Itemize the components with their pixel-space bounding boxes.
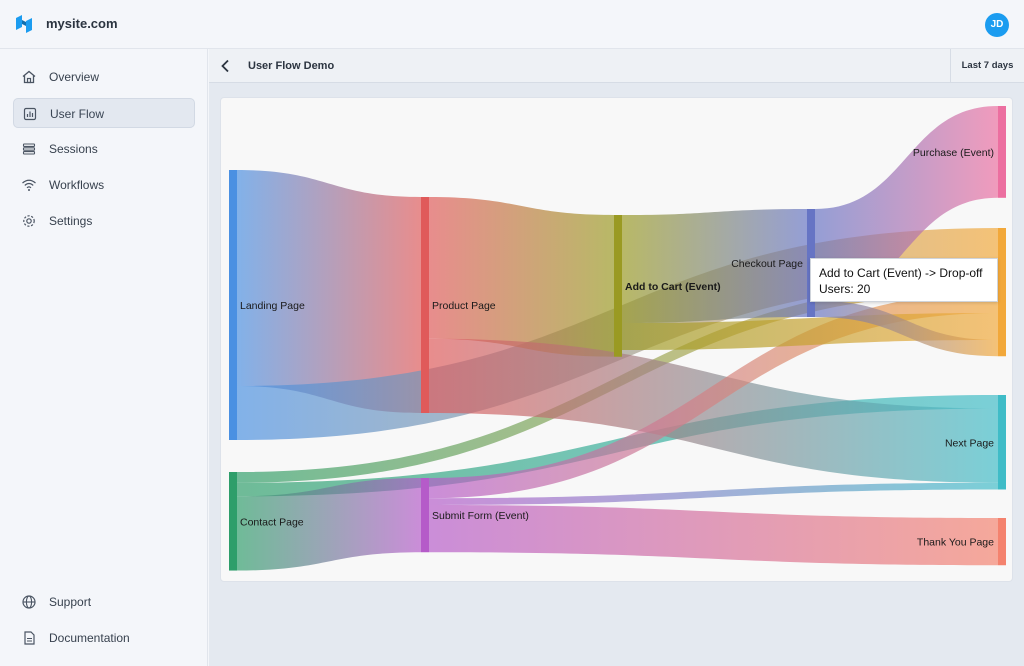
- globe-icon: [22, 595, 36, 609]
- sankey-node-label-submit: Submit Form (Event): [432, 510, 529, 522]
- date-range-selector[interactable]: Last 7 days: [950, 49, 1024, 83]
- sankey-node-label-next: Next Page: [945, 437, 994, 449]
- sankey-node-label-cart: Add to Cart (Event): [625, 281, 721, 293]
- home-icon: [22, 70, 36, 84]
- sidebar-item-user-flow[interactable]: User Flow: [13, 98, 195, 128]
- sankey-node-label-product: Product Page: [432, 300, 496, 312]
- sidebar-item-sessions[interactable]: Sessions: [13, 134, 195, 164]
- sidebar-item-label: Documentation: [49, 631, 130, 645]
- top-bar: mysite.com JD: [0, 0, 1024, 49]
- sidebar-item-label: User Flow: [50, 107, 105, 121]
- tooltip-value: Users: 20: [819, 282, 871, 296]
- sidebar-item-label: Support: [49, 595, 92, 609]
- sankey-node-dropoff[interactable]: [998, 228, 1006, 357]
- sankey-node-product[interactable]: [421, 197, 429, 413]
- sidebar-item-support[interactable]: Support: [13, 587, 195, 617]
- sidebar-item-label: Workflows: [49, 178, 105, 192]
- sankey-node-label-landing: Landing Page: [240, 300, 305, 312]
- sankey-node-submit[interactable]: [421, 478, 429, 553]
- sidebar-item-label: Sessions: [49, 142, 98, 156]
- sankey-node-thankyou[interactable]: [998, 518, 1006, 566]
- chart-icon: [23, 107, 37, 121]
- document-icon: [24, 631, 35, 645]
- sidebar-item-label: Settings: [49, 214, 93, 228]
- site-name[interactable]: mysite.com: [46, 16, 118, 31]
- stack-icon: [22, 143, 36, 155]
- sankey-chart-card: Landing Page Contact Page Product Page Subm…: [220, 97, 1013, 582]
- page-title: User Flow Demo: [248, 60, 335, 72]
- chart-tooltip: Add to Cart (Event) -> Drop-off Users: 2…: [810, 258, 998, 302]
- wifi-icon: [22, 179, 36, 191]
- sankey-node-cart[interactable]: [614, 215, 622, 357]
- sankey-node-next[interactable]: [998, 395, 1006, 490]
- sankey-node-contact[interactable]: [229, 472, 237, 571]
- sankey-node-label-purchase: Purchase (Event): [913, 147, 994, 159]
- sidebar-item-documentation[interactable]: Documentation: [13, 623, 195, 653]
- sankey-node-label-contact: Contact Page: [240, 516, 304, 528]
- sankey-node-label-thankyou: Thank You Page: [917, 537, 994, 549]
- sidebar: Overview User Flow Sessions Workflows Se…: [0, 49, 208, 666]
- sidebar-item-workflows[interactable]: Workflows: [13, 170, 195, 200]
- main-content: User Flow Demo Last 7 days Landing Page C…: [209, 49, 1024, 666]
- page-header: User Flow Demo Last 7 days: [209, 49, 1024, 83]
- sidebar-item-label: Overview: [49, 70, 100, 84]
- sidebar-item-overview[interactable]: Overview: [13, 62, 195, 92]
- site-logo-icon[interactable]: [14, 14, 34, 34]
- sankey-node-landing[interactable]: [229, 170, 237, 440]
- sidebar-item-settings[interactable]: Settings: [13, 206, 195, 236]
- user-avatar[interactable]: JD: [985, 13, 1009, 37]
- gear-icon: [23, 215, 35, 227]
- sankey-link-product-cart[interactable]: [429, 197, 614, 357]
- tooltip-title: Add to Cart (Event) -> Drop-off: [819, 266, 983, 280]
- back-arrow-icon[interactable]: [217, 57, 235, 75]
- sankey-node-purchase[interactable]: [998, 106, 1006, 198]
- sankey-chart: Landing Page Contact Page Product Page Subm…: [229, 106, 1006, 571]
- sankey-node-label-checkout: Checkout Page: [731, 258, 803, 270]
